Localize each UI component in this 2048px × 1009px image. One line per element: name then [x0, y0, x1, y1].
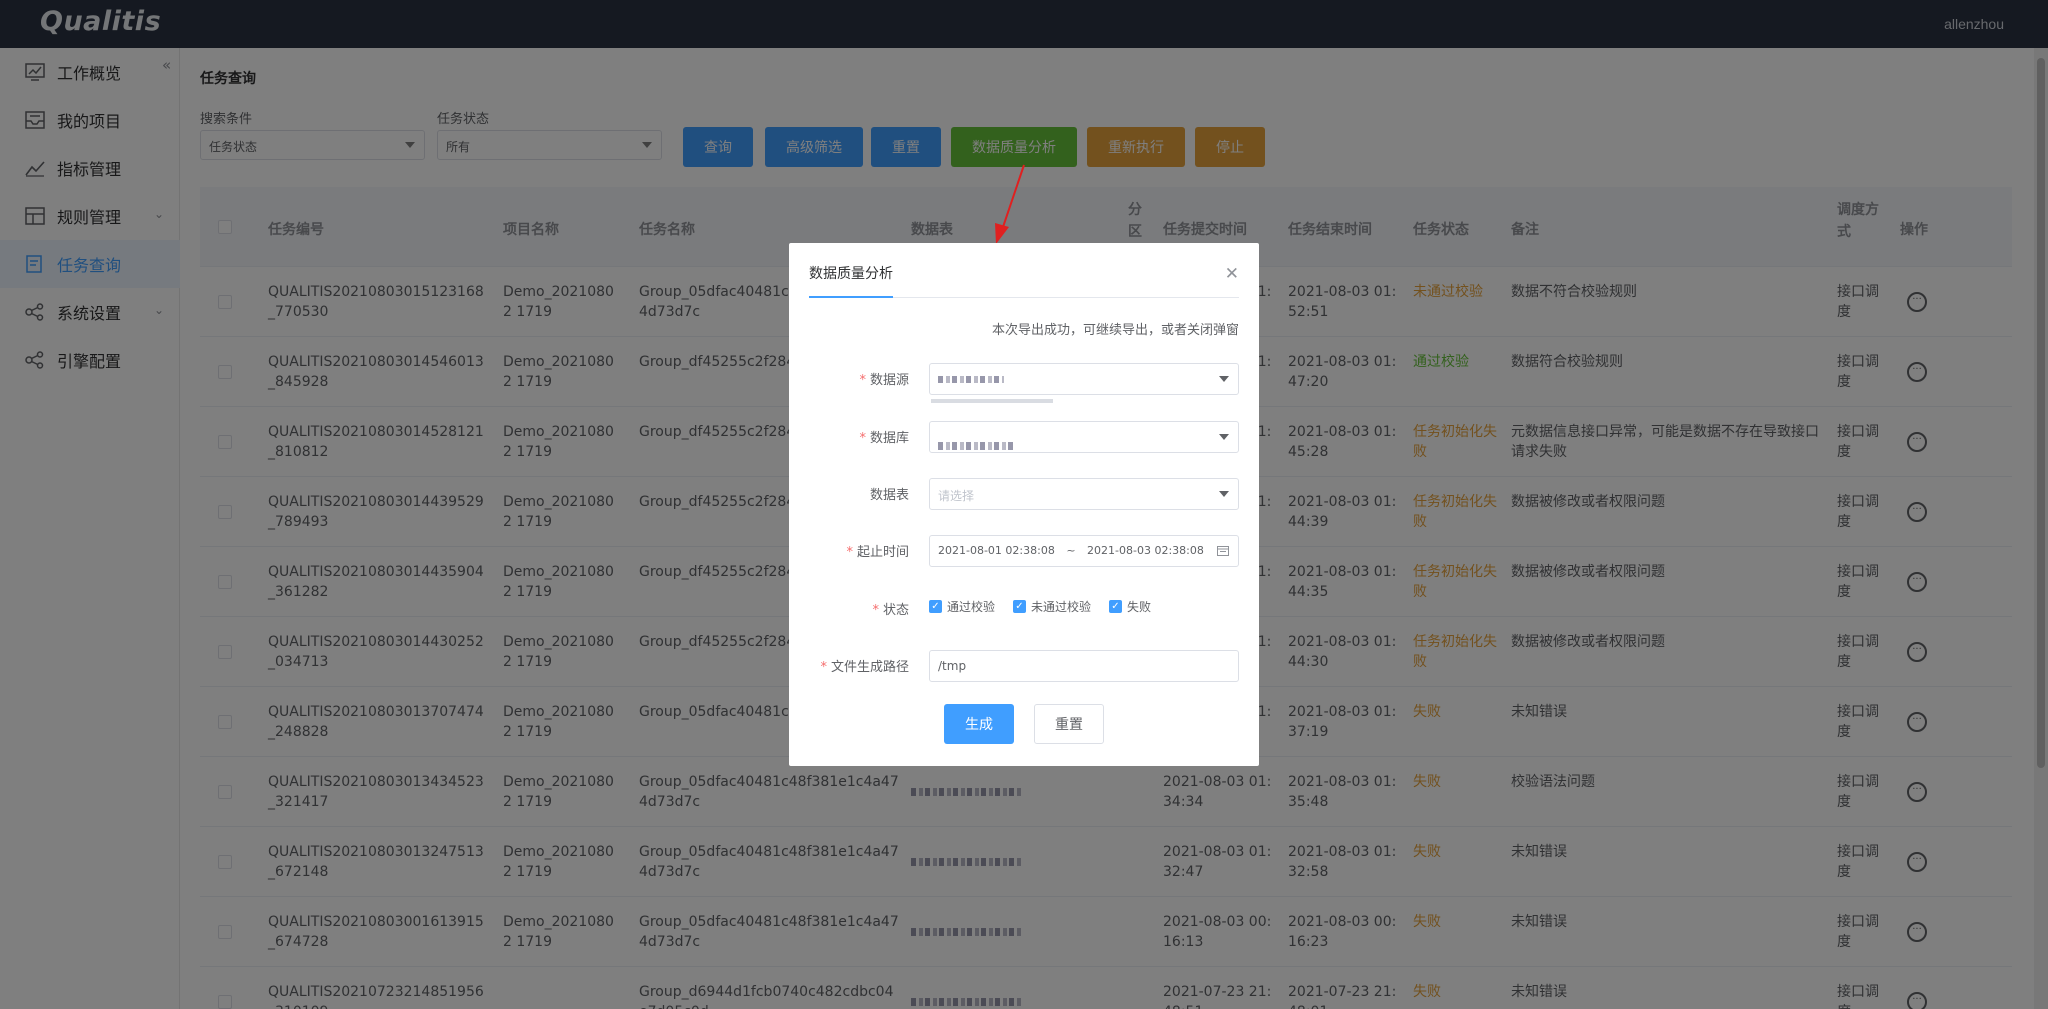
checkbox-checked-icon: ✓	[1013, 600, 1026, 613]
checkbox-checked-icon: ✓	[929, 600, 942, 613]
source-select[interactable]	[929, 363, 1239, 395]
dialog-tab-active-indicator	[809, 296, 893, 298]
dialog-reset-button[interactable]: 重置	[1034, 704, 1104, 744]
status-label: * 状态	[872, 603, 909, 618]
table-placeholder: 请选择	[938, 489, 975, 503]
caret-down-icon	[1219, 491, 1229, 497]
table-select[interactable]: 请选择	[929, 478, 1239, 510]
checkbox-checked-icon: ✓	[1109, 600, 1122, 613]
caret-down-icon	[1219, 376, 1229, 382]
path-input[interactable]: /tmp	[929, 650, 1239, 682]
data-quality-analysis-dialog: 数据质量分析 ✕ 本次导出成功，可继续导出，或者关闭弹窗 * 数据源 * 数据库 数…	[789, 243, 1259, 766]
redacted-value	[938, 442, 1014, 450]
time-label: * 起止时间	[846, 545, 909, 560]
calendar-icon	[1217, 545, 1229, 559]
red-arrow-annotation	[995, 164, 1025, 244]
status-option-pass[interactable]: ✓ 通过校验	[929, 598, 995, 615]
path-value: /tmp	[938, 659, 967, 673]
end-date: 2021-08-03 02:38:08	[1087, 544, 1204, 557]
range-separator: ~	[1066, 544, 1076, 557]
table-label: 数据表	[869, 488, 909, 503]
source-label: * 数据源	[859, 373, 909, 388]
close-icon[interactable]: ✕	[1225, 264, 1239, 284]
status-option-failed[interactable]: ✓ 失败	[1109, 598, 1151, 615]
path-label: * 文件生成路径	[820, 660, 909, 675]
database-label: * 数据库	[859, 431, 909, 446]
source-dropdown-scroll	[931, 399, 1053, 403]
start-date: 2021-08-01 02:38:08	[938, 544, 1055, 557]
database-select[interactable]	[929, 421, 1239, 453]
dialog-message: 本次导出成功，可继续导出，或者关闭弹窗	[991, 323, 1239, 338]
caret-down-icon	[1219, 434, 1229, 440]
redacted-value	[938, 376, 1004, 383]
date-range-picker[interactable]: 2021-08-01 02:38:08 ~ 2021-08-03 02:38:0…	[929, 535, 1239, 567]
generate-button[interactable]: 生成	[944, 704, 1014, 744]
status-option-not-pass[interactable]: ✓ 未通过校验	[1013, 598, 1091, 615]
dialog-title: 数据质量分析	[809, 266, 893, 282]
